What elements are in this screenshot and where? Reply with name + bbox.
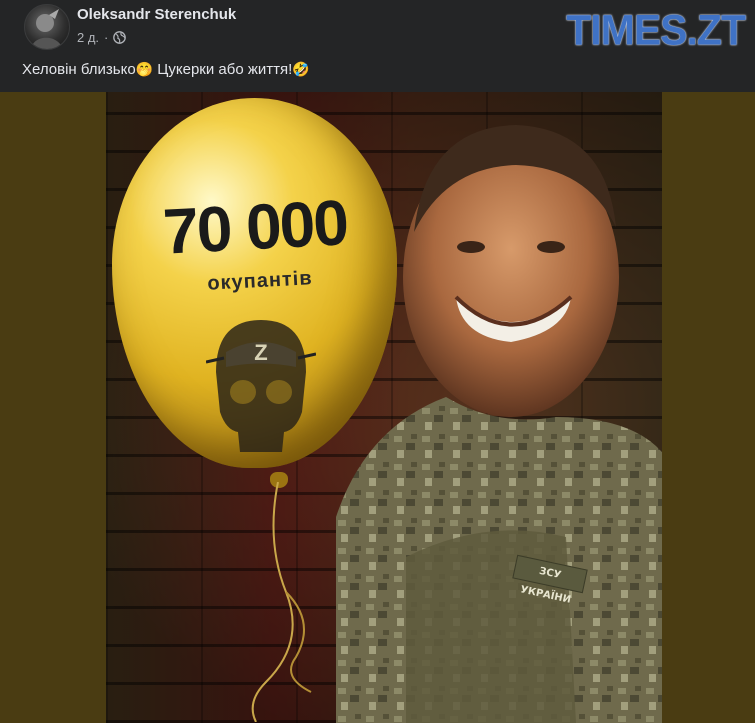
post-text-part-1: Хеловін близько [22, 61, 136, 78]
post-text: Хеловін близько🤭 Цукерки або життя!🤣 [22, 61, 310, 78]
skull-icon: Z [206, 320, 316, 452]
balloon-number: 70 000 [161, 186, 349, 268]
avatar-image [31, 9, 63, 49]
author-name[interactable]: Oleksandr Sterenchuk [77, 6, 236, 23]
general-portrait [336, 125, 662, 723]
post-text-part-2: Цукерки або життя! [153, 61, 293, 78]
balloon-string [251, 482, 312, 722]
post-meta: 2 д. · [77, 30, 127, 45]
author-avatar[interactable] [24, 4, 70, 50]
site-logo: TIMES.ZT [566, 5, 746, 55]
emoji-blush: 🤭 [135, 61, 154, 77]
globe-icon[interactable] [113, 31, 127, 44]
post-photo[interactable]: 70 000 окупантів Z ЗСУ УКРАЇНИ [106, 92, 662, 723]
emoji-laughing: 🤣 [292, 61, 310, 77]
post-time[interactable]: 2 д. [77, 30, 99, 45]
skull-letter: Z [254, 340, 267, 365]
post-media[interactable]: 70 000 окупантів Z ЗСУ УКРАЇНИ [0, 92, 755, 723]
post-header: Oleksandr Sterenchuk 2 д. · TIMES.ZT [0, 0, 755, 60]
